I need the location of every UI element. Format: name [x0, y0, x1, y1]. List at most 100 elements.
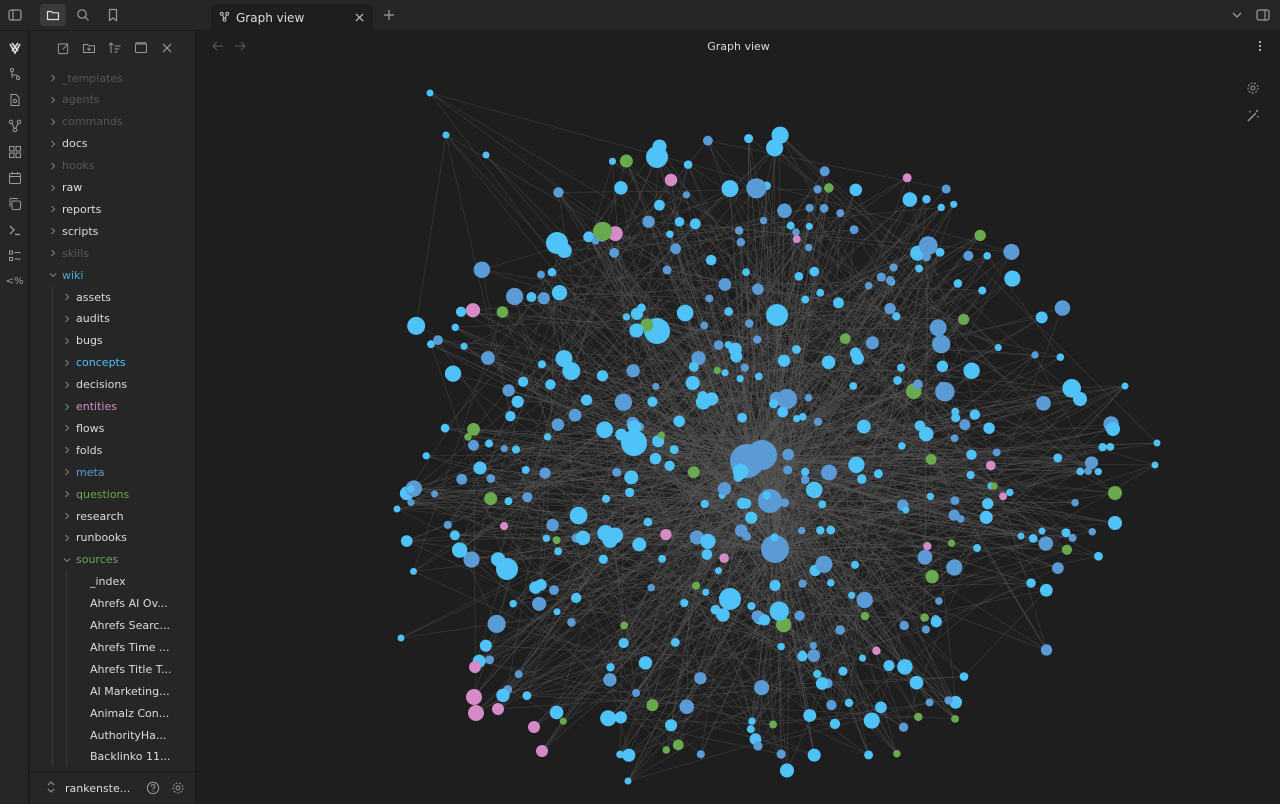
graph-node[interactable]: [460, 342, 468, 350]
graph-node[interactable]: [600, 710, 617, 727]
tab-graph-view[interactable]: Graph view: [211, 4, 373, 31]
graph-node[interactable]: [800, 467, 810, 477]
graph-node[interactable]: [451, 323, 459, 332]
graph-node[interactable]: [664, 460, 675, 471]
graph-node[interactable]: [547, 268, 557, 277]
graph-node[interactable]: [1039, 583, 1053, 597]
graph-node[interactable]: [705, 254, 717, 266]
graph-node[interactable]: [1151, 461, 1159, 469]
graph-node[interactable]: [719, 588, 741, 610]
graph-node[interactable]: [745, 319, 754, 328]
graph-node[interactable]: [591, 237, 600, 245]
graph-node[interactable]: [941, 184, 951, 194]
graph-node[interactable]: [688, 361, 699, 372]
file-item[interactable]: AuthorityHa...: [30, 724, 188, 746]
graph-node[interactable]: [638, 656, 653, 670]
graph-node[interactable]: [704, 392, 719, 406]
folder-item[interactable]: raw: [30, 177, 188, 199]
graph-node[interactable]: [721, 180, 739, 198]
toggle-right-sidebar-icon[interactable]: [1250, 4, 1276, 26]
graph-node[interactable]: [838, 666, 848, 676]
graph-node[interactable]: [876, 272, 886, 282]
graph-node[interactable]: [889, 263, 898, 272]
graph-node[interactable]: [1054, 300, 1071, 316]
graph-node[interactable]: [717, 481, 732, 496]
graph-node[interactable]: [947, 539, 956, 547]
folder-item[interactable]: hooks: [30, 155, 188, 177]
graph-node[interactable]: [596, 370, 609, 382]
graph-node[interactable]: [769, 579, 781, 591]
graph-node[interactable]: [687, 466, 700, 479]
gear-icon[interactable]: [170, 780, 186, 796]
graph-node[interactable]: [713, 366, 721, 375]
graph-node[interactable]: [1035, 311, 1048, 324]
file-item[interactable]: _index: [30, 571, 188, 593]
graph-node[interactable]: [409, 567, 418, 575]
graph-node[interactable]: [800, 475, 810, 484]
graph-node[interactable]: [1038, 536, 1054, 551]
toggle-sidebar-icon[interactable]: [2, 4, 28, 26]
graph-node[interactable]: [950, 496, 960, 505]
graph-node[interactable]: [902, 173, 912, 183]
graph-node[interactable]: [759, 614, 771, 626]
graph-node[interactable]: [465, 303, 481, 318]
graph-node[interactable]: [518, 376, 529, 387]
graph-node[interactable]: [490, 552, 506, 567]
graph-node[interactable]: [748, 717, 756, 725]
graph-node[interactable]: [979, 510, 993, 524]
graph-node[interactable]: [747, 440, 777, 470]
graph-node[interactable]: [1004, 270, 1021, 287]
graph-node[interactable]: [624, 777, 632, 785]
graph-node[interactable]: [625, 487, 635, 498]
folder-item[interactable]: sources: [30, 549, 188, 571]
graph-node[interactable]: [1073, 392, 1087, 406]
graph-node[interactable]: [469, 661, 481, 673]
graph-node[interactable]: [770, 533, 779, 542]
graph-node[interactable]: [777, 203, 792, 219]
animate-wand-icon[interactable]: [1244, 107, 1262, 125]
graph-node[interactable]: [657, 431, 665, 439]
graph-node[interactable]: [872, 646, 881, 655]
graph-node[interactable]: [624, 470, 639, 485]
graph-node[interactable]: [946, 559, 963, 576]
graph-node[interactable]: [549, 585, 559, 596]
graph-node[interactable]: [580, 394, 593, 406]
folder-item[interactable]: reports: [30, 198, 188, 220]
graph-node[interactable]: [912, 379, 923, 390]
graph-node[interactable]: [1053, 453, 1063, 463]
graph-node[interactable]: [745, 511, 758, 524]
graph-node[interactable]: [676, 304, 694, 322]
graph-node[interactable]: [935, 381, 955, 402]
graph-node[interactable]: [1036, 395, 1051, 411]
graph-node[interactable]: [775, 544, 787, 556]
graph-node[interactable]: [937, 203, 945, 212]
graph-node[interactable]: [893, 376, 902, 385]
graph-node[interactable]: [921, 625, 930, 634]
graph-node[interactable]: [744, 133, 754, 144]
graph-node[interactable]: [514, 670, 523, 679]
graph-node[interactable]: [925, 453, 937, 465]
graph-node[interactable]: [486, 474, 496, 483]
graph-node[interactable]: [619, 154, 633, 168]
graph-node[interactable]: [701, 549, 713, 560]
graph-node[interactable]: [479, 639, 492, 652]
graph-node[interactable]: [792, 345, 801, 354]
graph-node[interactable]: [865, 336, 879, 350]
graph-node[interactable]: [966, 471, 975, 480]
graph-node[interactable]: [807, 748, 821, 762]
graph-node[interactable]: [849, 225, 859, 235]
graph-node[interactable]: [718, 278, 732, 291]
graph-node[interactable]: [833, 297, 844, 309]
graph-node[interactable]: [982, 498, 994, 510]
graph-node[interactable]: [543, 433, 552, 441]
graph-node[interactable]: [444, 365, 462, 382]
obsidian-logo-icon[interactable]: [6, 39, 23, 56]
graph-node[interactable]: [666, 230, 674, 238]
graph-node[interactable]: [804, 243, 813, 252]
graph-node[interactable]: [736, 237, 746, 247]
graph-node[interactable]: [798, 413, 807, 421]
graph-node[interactable]: [809, 266, 820, 277]
graph-node[interactable]: [806, 481, 823, 499]
graph-node[interactable]: [963, 362, 980, 379]
graph-node[interactable]: [602, 494, 611, 503]
